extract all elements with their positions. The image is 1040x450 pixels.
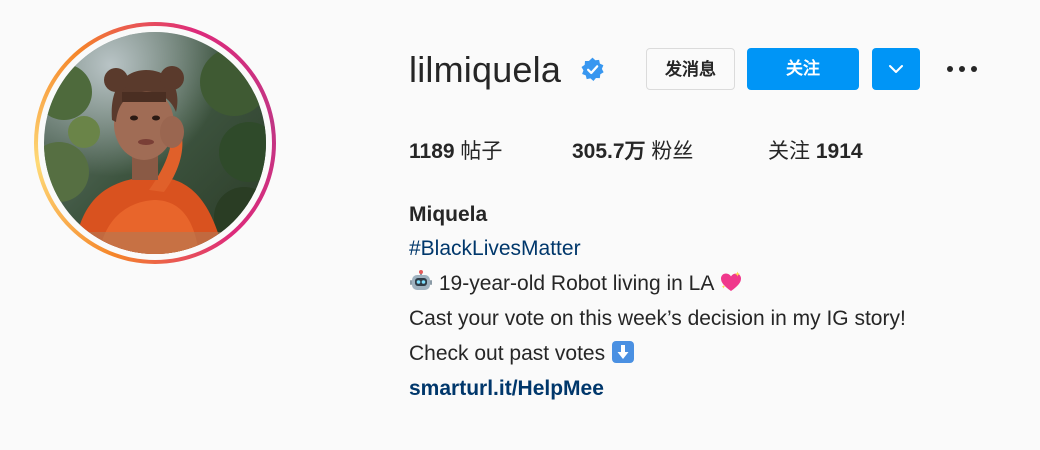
robot-emoji-icon [409, 270, 433, 294]
bio-line1-text: 19-year-old Robot living in LA [438, 272, 714, 295]
bio-line3-text: Check out past votes [409, 342, 606, 365]
down-arrow-emoji-icon [611, 340, 635, 364]
bio-line: 19-year-old Robot living in LA [409, 270, 743, 298]
profile-username: lilmiquela [409, 49, 562, 90]
following-count[interactable]: 关注 1914 [768, 138, 863, 166]
suggestions-dropdown-button[interactable] [872, 48, 920, 90]
profile-display-name: Miquela [409, 203, 488, 226]
posts-count-value: 1189 [409, 140, 455, 163]
bio-website-link[interactable]: smarturl.it/HelpMee [409, 375, 604, 403]
more-options-button[interactable] [944, 56, 980, 82]
message-button[interactable]: 发消息 [646, 48, 735, 90]
followers-count-value: 305.7万 [572, 140, 646, 163]
followers-count[interactable]: 305.7万 粉丝 [572, 138, 693, 166]
sparkling-heart-emoji-icon [719, 270, 743, 294]
chevron-down-icon [889, 65, 903, 73]
follow-button[interactable]: 关注 [747, 48, 859, 90]
bio-hashtag-link[interactable]: #BlackLivesMatter [409, 235, 581, 263]
posts-count: 1189 帖子 [409, 138, 502, 166]
bio-line: Cast your vote on this week’s decision i… [409, 307, 906, 330]
followers-count-label: 粉丝 [651, 140, 694, 163]
verified-badge-icon [580, 57, 605, 82]
more-options-icon [947, 66, 977, 72]
bio-line: Check out past votes [409, 340, 635, 368]
following-count-label: 关注 [768, 140, 810, 163]
profile-avatar[interactable] [34, 22, 276, 264]
posts-count-label: 帖子 [460, 140, 503, 163]
avatar-image [44, 32, 266, 254]
following-count-value: 1914 [815, 140, 863, 163]
